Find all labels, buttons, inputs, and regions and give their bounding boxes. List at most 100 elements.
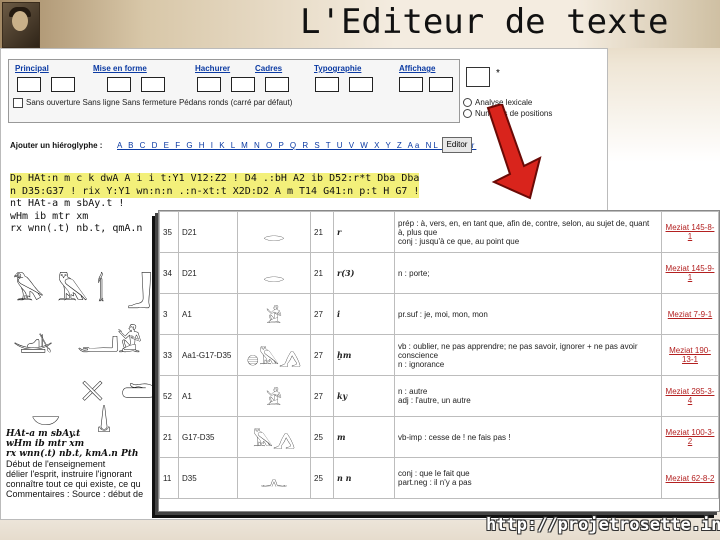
falcon-icon: 𓅃 (13, 275, 45, 306)
definition: prép : à, vers, en, en tant que, afin de… (394, 211, 662, 253)
arrows-icon: 𓏴 (81, 375, 104, 406)
definition: vb : oublier, ne pas apprendre; ne pas s… (394, 334, 662, 376)
menu-typographie[interactable]: Typographie (314, 64, 361, 73)
note-line: HAt-a m sbAy.t (6, 429, 81, 439)
table-row: 11 D35 𓂜 25 n n conj : que le fait que part.ne… (159, 457, 719, 499)
add-hieroglyph-label: Ajouter un hiéroglyphe : (10, 141, 103, 150)
hieroglyph-categories[interactable]: A B C D E F G H I K L M N O P Q R S T U … (117, 141, 476, 150)
reference-link[interactable]: Meziat 7-9-1 (661, 293, 719, 335)
table-row: 52 A1 𓀀 27 ky n : autre adj : l'autre, un autr… (159, 375, 719, 417)
frame-tool-3[interactable] (107, 77, 131, 92)
boat-icon: 𓊛 (13, 327, 54, 358)
note-line: wHm ib mtr xm (6, 439, 85, 449)
size-value: * (496, 68, 500, 79)
transliteration-line: n D35:G37 ! rix Y:Y1 wn:n:n .:n-xt:t X2D… (10, 185, 420, 198)
occurrence-count: 21 (310, 211, 334, 253)
seated-man-icon: 𓀀 (265, 389, 283, 409)
owl-arm-icon: 𓅓𓂻 (252, 430, 296, 450)
occurrence-count: 25 (310, 416, 334, 458)
gardiner-code: A1 (178, 375, 238, 417)
reference-link[interactable]: Meziat 145-8-1 (661, 211, 719, 253)
reference-link[interactable]: Meziat 62-8-2 (661, 457, 719, 499)
entry-number: 21 (159, 416, 179, 458)
occurrence-count: 27 (310, 334, 334, 376)
frame-tool-2[interactable] (51, 77, 75, 92)
transliteration: n n (333, 457, 395, 499)
glyph-cell: 𓂋 (237, 252, 311, 294)
transliteration: ky (333, 375, 395, 417)
table-row: 21 G17-D35 𓅓𓂻 25 m vb-imp : cesse de ! ne fai… (159, 416, 719, 458)
red-arrow-icon (486, 104, 542, 200)
glyph-cell: 𓅓𓂻 (237, 416, 311, 458)
gardiner-code: G17-D35 (178, 416, 238, 458)
owl-icon: 𓅓 (57, 275, 89, 306)
frame-tool-4[interactable] (141, 77, 165, 92)
frame-options-label: Sans ouverture Sans ligne Sans fermeture… (26, 98, 293, 108)
leg-icon: 𓃀 (127, 275, 153, 306)
arm-icon: 𓂝 (77, 327, 120, 358)
frame-tool-8[interactable] (315, 77, 339, 92)
entry-number: 35 (159, 211, 179, 253)
mouth-icon: 𓂋 (263, 225, 285, 245)
transliteration: r (333, 211, 395, 253)
table-row: 33 Aa1-G17-D35 𓐍𓅓𓂻 27 ḫm vb : oublier, ne pas… (159, 334, 719, 376)
frame-tool-5[interactable] (197, 77, 221, 92)
transliteration: r(3) (333, 252, 395, 294)
footer-url[interactable]: http://projetrosette.info (486, 515, 720, 535)
frame-tool-10[interactable] (399, 77, 423, 92)
transliteration: ḫm (333, 334, 395, 376)
note-line: Début de l'enseignement (6, 459, 106, 469)
frame-tool-6[interactable] (231, 77, 255, 92)
gardiner-code: D21 (178, 211, 238, 253)
checkbox-sans-ouverture[interactable] (13, 98, 23, 108)
occurrence-count: 27 (310, 293, 334, 335)
arms-icon: 𓂜 (260, 471, 288, 491)
definition: conj : que le fait que part.neg : il n'y … (394, 457, 662, 499)
occurrence-count: 25 (310, 457, 334, 499)
frame-tool-11[interactable] (429, 77, 453, 92)
definition: n : autre adj : l'autre, un autre (394, 375, 662, 417)
gardiner-code: A1 (178, 293, 238, 335)
dictionary-table: 35 D21 𓂋 21 r prép : à, vers, en, en tant que… (159, 211, 719, 499)
table-row: 35 D21 𓂋 21 r prép : à, vers, en, en tant que… (159, 211, 719, 253)
occurrence-count: 21 (310, 252, 334, 294)
menu-hachurer[interactable]: Hachurer (195, 64, 230, 73)
dictionary-table-window: 35 D21 𓂋 21 r prép : à, vers, en, en tant que… (158, 210, 720, 512)
transliteration-line: nt HAt-a m sbAy.t ! (10, 198, 125, 209)
reference-link[interactable]: Meziat 100-3-2 (661, 416, 719, 458)
note-line: délier l'esprit, instruire l'ignorant (6, 469, 132, 479)
entry-number: 34 (159, 252, 179, 294)
entry-number: 33 (159, 334, 179, 376)
seated-man-icon: 𓀀 (265, 307, 283, 327)
definition: vb-imp : cesse de ! ne fais pas ! (394, 416, 662, 458)
mouth-icon: 𓂋 (263, 266, 285, 286)
transliteration: i (333, 293, 395, 335)
frame-tool-7[interactable] (265, 77, 289, 92)
note-line: rx wnn(.t) nb.t, kmA.n Pth (6, 449, 139, 459)
entry-number: 52 (159, 375, 179, 417)
cane-icon: 𓌀 (97, 275, 106, 306)
frame-tool-1[interactable] (17, 77, 41, 92)
frame-options: Sans ouverture Sans ligne Sans fermeture… (10, 98, 292, 108)
gardiner-code: Aa1-G17-D35 (178, 334, 238, 376)
glyph-cell: 𓂋 (237, 211, 311, 253)
reference-link[interactable]: Meziat 285-3-4 (661, 375, 719, 417)
table-row: 3 A1 𓀀 27 i pr.suf : je, moi, mon, mon Meziat … (159, 293, 719, 335)
menu-cadres[interactable]: Cadres (255, 64, 282, 73)
glyph-cell: 𓂜 (237, 457, 311, 499)
note-line: Commentaires : Source : début de (6, 489, 144, 499)
glyph-notes: HAt-a m sbAy.t wHm ib mtr xm rx wnn(.t) … (6, 429, 143, 499)
size-field[interactable] (466, 67, 490, 87)
editor-toolbar: Principal Mise en forme Hachurer Cadres … (8, 59, 460, 123)
reference-link[interactable]: Meziat 145-9-1 (661, 252, 719, 294)
menu-mise-en-forme[interactable]: Mise en forme (93, 64, 147, 73)
gardiner-code: D35 (178, 457, 238, 499)
menu-affichage[interactable]: Affichage (399, 64, 435, 73)
menu-principal[interactable]: Principal (15, 64, 49, 73)
transliteration-line: Dp HAt:n m c k dwA A i i t:Y1 V12:Z2 ! D… (10, 173, 420, 186)
frame-tool-9[interactable] (349, 77, 373, 92)
table-row: 34 D21 𓂋 21 r(3) n : porte; Meziat 145-9-1 (159, 252, 719, 294)
reference-link[interactable]: Meziat 190-13-1 (661, 334, 719, 376)
seated-man-icon: 𓀀 (117, 327, 143, 358)
entry-number: 11 (159, 457, 179, 499)
